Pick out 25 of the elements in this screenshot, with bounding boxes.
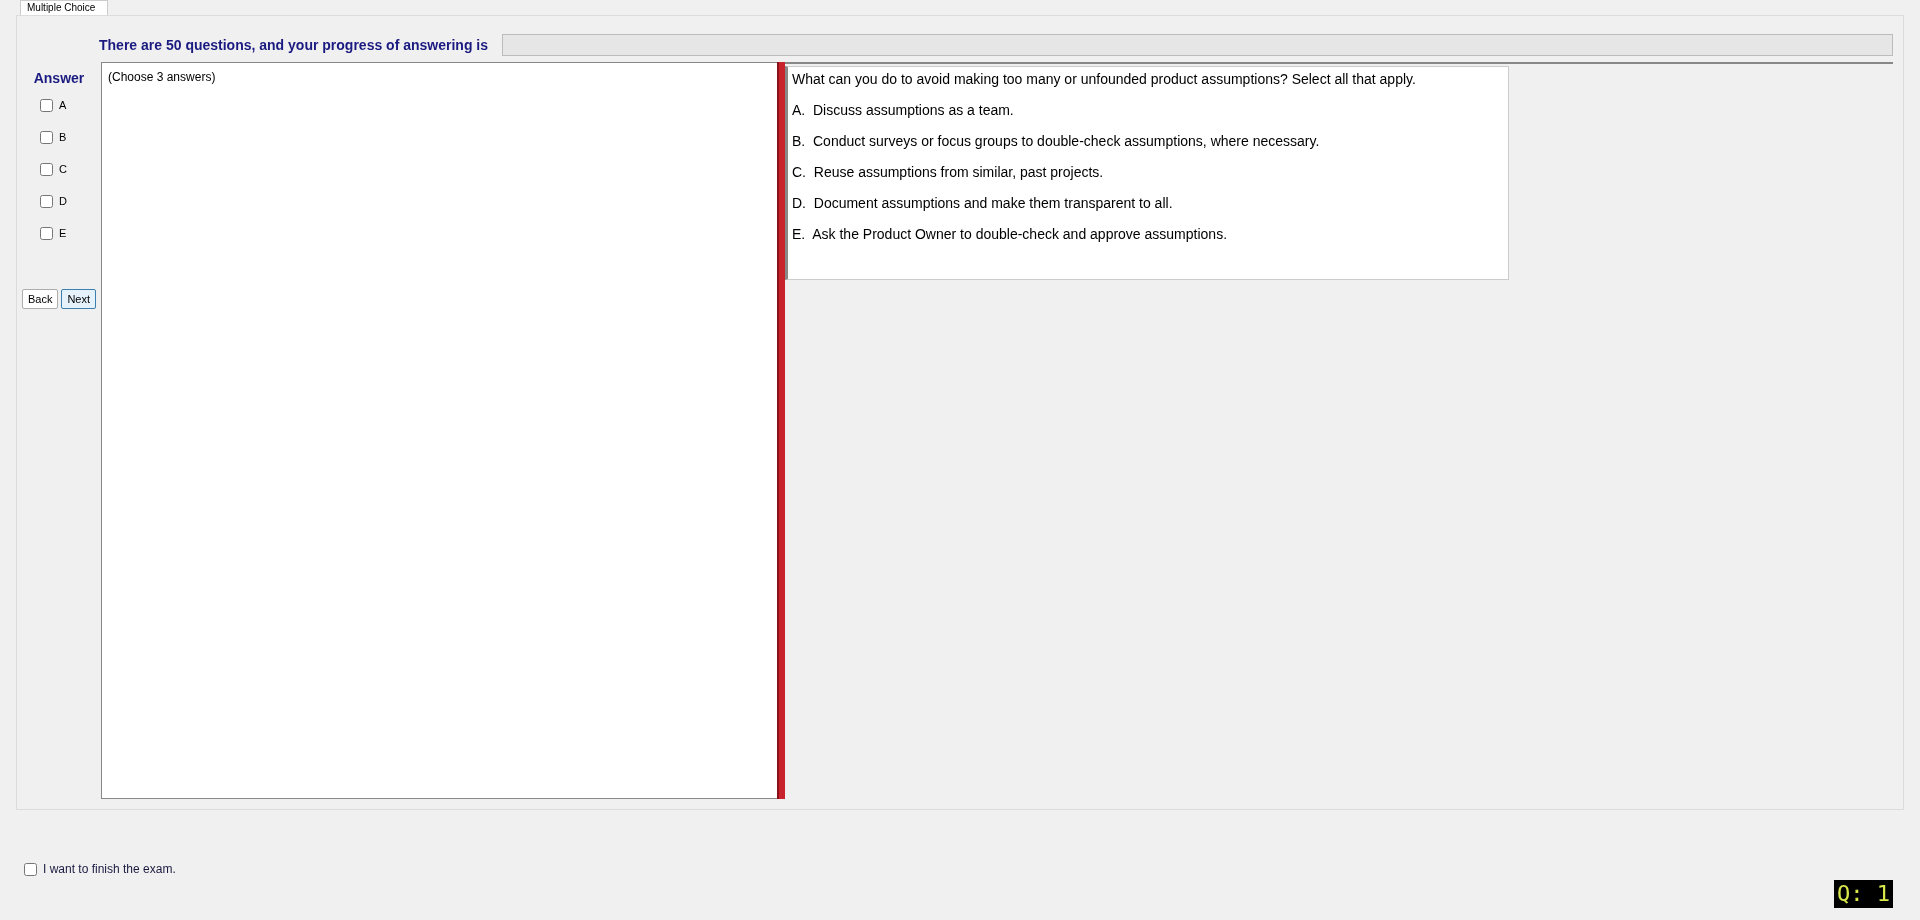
answer-checkbox[interactable]	[40, 162, 53, 176]
choice-text: B. Conduct surveys or focus groups to double-check assumptions, where necessary.	[792, 132, 1321, 151]
option-label: A	[59, 97, 67, 113]
answer-checkbox[interactable]	[40, 98, 53, 112]
tab[interactable]: Multiple Choice	[20, 0, 108, 15]
instruction-text: (Choose 3 answers)	[108, 69, 217, 86]
choice-text: D. Document assumptions and make them transparent to all.	[792, 194, 1174, 213]
answer-checkbox[interactable]	[40, 194, 53, 208]
answer-checkbox[interactable]	[40, 226, 53, 240]
question-number: Q: 1	[1834, 880, 1893, 908]
option-label: D	[59, 193, 67, 209]
choice-text: C. Reuse assumptions from similar, past projects.	[792, 163, 1105, 182]
option-label: E	[59, 225, 67, 241]
nav-button[interactable]: Next	[61, 289, 97, 309]
finish-label: I want to finish the exam.	[43, 861, 176, 878]
option-label: C	[59, 161, 67, 177]
choice-text: E. Ask the Product Owner to double-check and approve assumptions.	[792, 225, 1229, 244]
choice-text: A. Discuss assumptions as a team.	[792, 101, 1015, 120]
answer-checkbox[interactable]	[40, 130, 53, 144]
nav-button[interactable]: Back	[21, 289, 59, 309]
option-label: B	[59, 129, 67, 145]
progress-label: There are 50 questions, and your progress of answering is	[99, 35, 488, 55]
answer-title: Answer	[33, 69, 85, 88]
finish-checkbox[interactable]	[24, 862, 37, 876]
question-text: What can you do to avoid making too many or unfounded product assumptions? Select all that apply.	[792, 70, 1417, 89]
